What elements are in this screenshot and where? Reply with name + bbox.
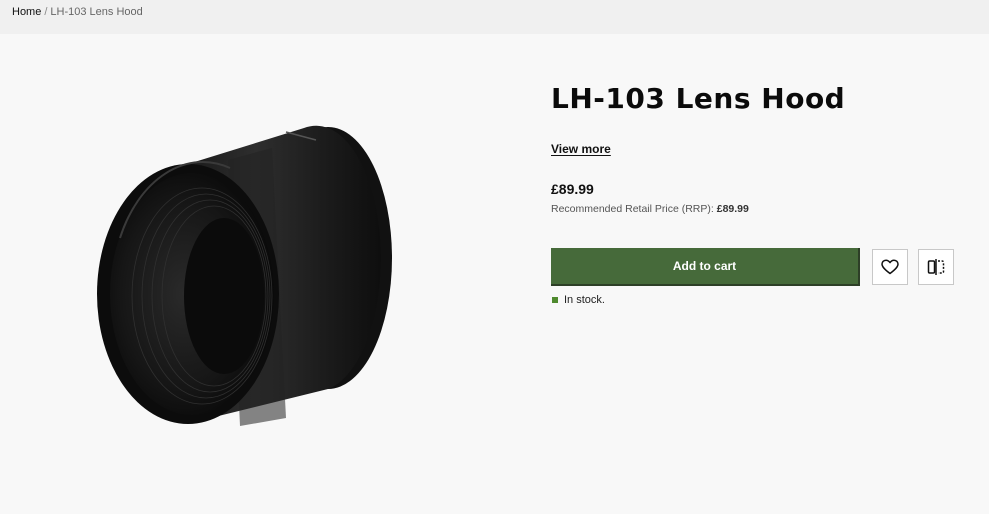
compare-button[interactable] — [918, 249, 954, 285]
breadcrumb: Home / LH-103 Lens Hood — [12, 5, 143, 19]
rrp-value: £89.99 — [716, 203, 749, 215]
product-price: £89.99 — [551, 181, 594, 197]
stock-status-text: In stock. — [564, 294, 605, 306]
stock-status: In stock. — [552, 294, 605, 306]
product-title: LH-103 Lens Hood — [551, 82, 846, 115]
product-image — [90, 118, 400, 430]
breadcrumb-home-link[interactable]: Home — [12, 6, 41, 18]
view-more-link[interactable]: View more — [551, 142, 611, 156]
compare-icon — [927, 259, 945, 275]
wishlist-button[interactable] — [872, 249, 908, 285]
heart-icon — [881, 259, 899, 275]
add-to-cart-button[interactable]: Add to cart — [551, 248, 860, 286]
breadcrumb-current: LH-103 Lens Hood — [50, 6, 143, 18]
stock-indicator-icon — [552, 297, 558, 303]
rrp-label: Recommended Retail Price (RRP): — [551, 203, 714, 215]
rrp-line: Recommended Retail Price (RRP): £89.99 — [551, 203, 749, 215]
breadcrumb-bar: Home / LH-103 Lens Hood — [0, 0, 989, 34]
lens-hood-image — [97, 125, 392, 426]
